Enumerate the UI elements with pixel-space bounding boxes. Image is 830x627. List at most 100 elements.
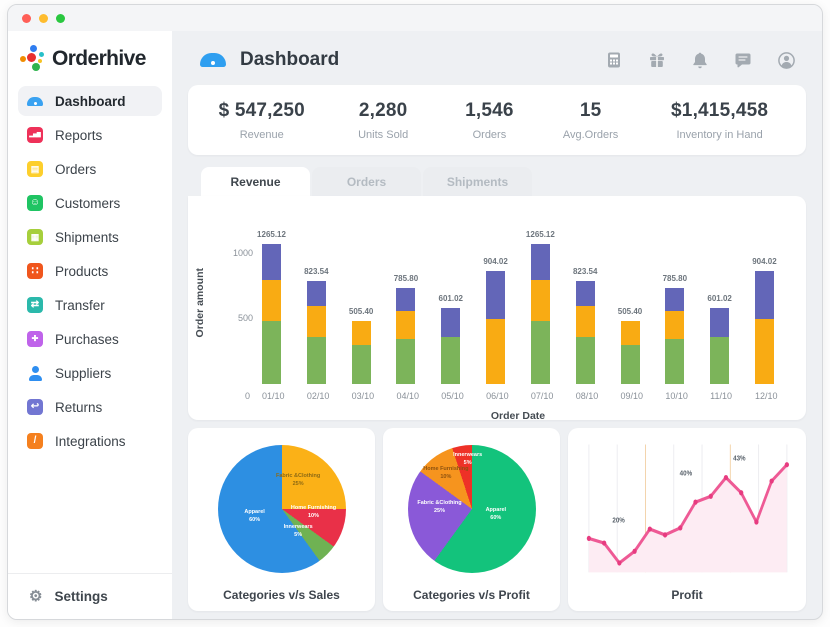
bar-segment-amber — [665, 311, 684, 339]
bar-segment-amber — [576, 306, 595, 337]
integration-icon: / — [27, 433, 43, 449]
profit-pie-caption: Categories v/s Profit — [413, 581, 530, 605]
pie-slice-label-innerwears: Innerwears5% — [441, 452, 495, 468]
sidebar-item-label: Dashboard — [55, 94, 126, 109]
gift-icon[interactable] — [648, 51, 666, 69]
bar-segment-amber — [352, 321, 371, 344]
bar-value-label: 505.40 — [618, 307, 642, 316]
sidebar-item-returns[interactable]: ↩ Returns — [18, 392, 162, 422]
sidebar-item-settings[interactable]: ⚙ Settings — [8, 573, 172, 619]
stat-value: 2,280 — [328, 100, 439, 122]
bar-segment-green — [576, 337, 595, 384]
sidebar-item-label: Purchases — [55, 332, 119, 347]
y-tick: 500 — [238, 313, 253, 323]
sidebar-item-customers[interactable]: ☺Customers — [18, 188, 162, 218]
tab-orders[interactable]: Orders — [312, 167, 421, 196]
bar-segment-green — [262, 321, 281, 384]
bar-stack-02-10: 823.54 — [307, 226, 326, 384]
calculator-icon[interactable] — [605, 51, 623, 69]
bar-stack-07-10: 1265.12 — [531, 226, 550, 384]
sidebar-item-label: Returns — [55, 400, 102, 415]
bar-segment-purple — [665, 288, 684, 311]
document-icon: ▤ — [27, 161, 43, 177]
bar-stack-04-10: 785.80 — [396, 226, 415, 384]
settings-label: Settings — [54, 589, 107, 604]
stat-units-sold: 2,280Units Sold — [328, 100, 439, 141]
sidebar-item-reports[interactable]: ▂▅▇Reports — [18, 120, 162, 150]
svg-text:40%: 40% — [680, 470, 692, 478]
bar-plot-area: 1265.12 823.54 505.40 785.80 601.02 904.02 126… — [262, 226, 774, 384]
bar-value-label: 823.54 — [573, 267, 597, 276]
close-button[interactable] — [22, 14, 31, 23]
profit-pie-chart: Apparel60%Fabric &Clothing25%Home Furnis… — [408, 445, 536, 573]
cart-icon: ✚ — [27, 331, 43, 347]
bar-segment-purple — [486, 271, 505, 319]
bar-segment-amber — [307, 306, 326, 337]
pie-slice-label-apparel: Apparel60% — [469, 507, 523, 523]
sidebar-item-transfer[interactable]: ⇄Transfer — [18, 290, 162, 320]
sidebar-item-integrations[interactable]: /Integrations — [18, 426, 162, 456]
x-tick-label: 04/10 — [396, 391, 415, 401]
page-header: Dashboard — [188, 39, 806, 81]
zoom-button[interactable] — [56, 14, 65, 23]
orderhive-logo: Orderhive — [18, 39, 162, 86]
bar-segment-green — [710, 337, 729, 384]
sidebar-item-dashboard[interactable]: Dashboard — [18, 86, 162, 116]
stat-value: 15 — [540, 100, 641, 122]
x-tick-label: 09/10 — [621, 391, 640, 401]
sidebar-item-label: Customers — [55, 196, 120, 211]
bell-icon[interactable] — [691, 51, 709, 69]
bar-segment-purple — [441, 308, 460, 337]
bar-segment-purple — [396, 288, 415, 311]
page-title: Dashboard — [240, 49, 339, 71]
bar-value-label: 505.40 — [349, 307, 373, 316]
y-axis-title: Order amount — [192, 230, 208, 376]
chat-icon[interactable] — [734, 51, 752, 69]
sidebar-nav: Dashboard ▂▅▇Reports ▤Orders ☺Customers ▦Shi… — [18, 86, 162, 573]
bar-value-label: 601.02 — [707, 294, 731, 303]
bar-stack-05-10: 601.02 — [441, 226, 460, 384]
bar-segment-green — [441, 337, 460, 384]
pie-slice-label-fabric-clothing: Fabric &Clothing25% — [413, 500, 467, 516]
x-tick-label: 12/10 — [755, 391, 774, 401]
profit-line-card: 20%40%43% Profit — [568, 428, 806, 611]
pie-slice-label-innerwears: Innerwears5% — [271, 524, 325, 540]
stat-avg-orders: 15Avg.Orders — [540, 100, 641, 141]
dashboard-gauge-icon — [27, 97, 43, 106]
x-tick-label: 01/10 — [262, 391, 281, 401]
bar-value-label: 904.02 — [483, 257, 507, 266]
x-axis-title: Order Date — [200, 410, 788, 420]
stat-value: 1,546 — [439, 100, 540, 122]
profile-icon[interactable] — [777, 51, 796, 70]
bar-stack-08-10: 823.54 — [576, 226, 595, 384]
bar-value-label: 785.80 — [663, 274, 687, 283]
bar-segment-purple — [262, 244, 281, 280]
sidebar-item-products[interactable]: ∷Products — [18, 256, 162, 286]
orderhive-logo-icon — [20, 45, 47, 72]
minimize-button[interactable] — [39, 14, 48, 23]
bar-value-label: 601.02 — [439, 294, 463, 303]
tab-shipments[interactable]: Shipments — [423, 167, 532, 196]
bar-segment-amber — [531, 280, 550, 321]
bar-segment-purple — [576, 281, 595, 306]
grid-dots-icon: ∷ — [27, 263, 43, 279]
bar-segment-amber — [755, 319, 774, 384]
sidebar-item-label: Shipments — [55, 230, 119, 245]
bar-value-label: 904.02 — [752, 257, 776, 266]
sidebar-item-suppliers[interactable]: Suppliers — [18, 358, 162, 388]
dashboard-gauge-icon — [200, 53, 226, 67]
y-tick-zero: 0 — [245, 391, 250, 401]
pie-slice-label-apparel: Apparel60% — [228, 509, 282, 525]
return-arrow-icon: ↩ — [27, 399, 43, 415]
profit-line-chart: 20%40%43% — [580, 438, 794, 581]
tab-revenue[interactable]: Revenue — [201, 167, 310, 196]
bar-segment-green — [621, 345, 640, 384]
sidebar-item-orders[interactable]: ▤Orders — [18, 154, 162, 184]
bar-segment-purple — [531, 244, 550, 280]
stat-value: $1,415,458 — [641, 100, 798, 122]
sidebar-item-purchases[interactable]: ✚ Purchases — [18, 324, 162, 354]
header-icons — [605, 51, 806, 70]
bar-segment-purple — [755, 271, 774, 319]
sidebar-item-shipments[interactable]: ▦Shipments — [18, 222, 162, 252]
bar-stack-01-10: 1265.12 — [262, 226, 281, 384]
